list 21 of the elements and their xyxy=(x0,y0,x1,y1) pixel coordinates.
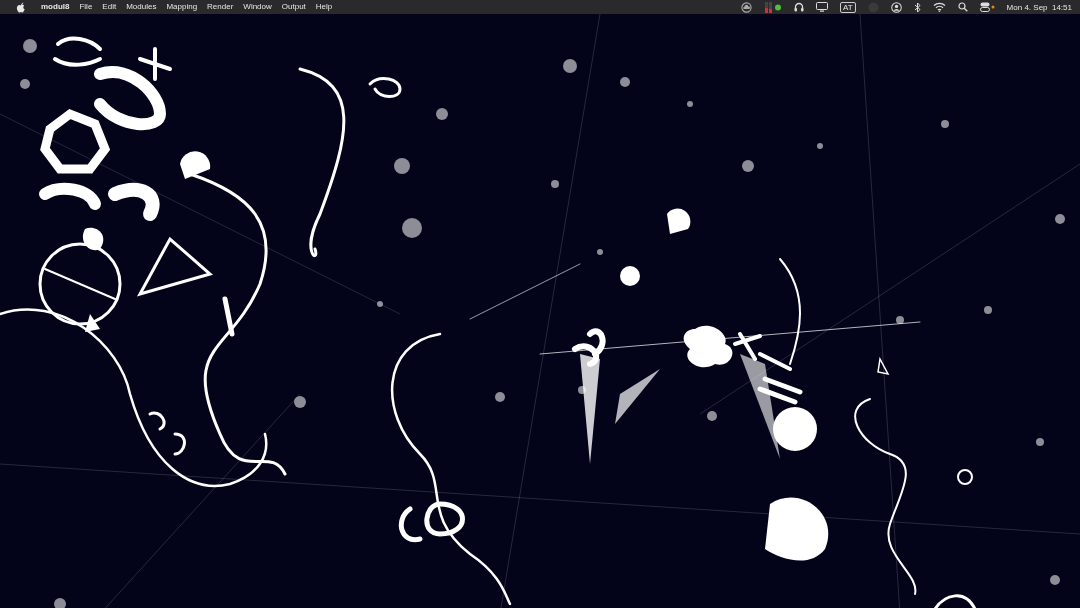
menu-item[interactable]: Edit xyxy=(97,1,122,13)
apple-logo-icon[interactable] xyxy=(16,1,26,13)
menu-item[interactable]: Mapping xyxy=(161,1,203,13)
search-icon[interactable] xyxy=(957,2,968,12)
display-icon[interactable] xyxy=(815,2,828,12)
meter-icon[interactable] xyxy=(763,1,782,13)
menu-item[interactable]: Window xyxy=(238,1,277,13)
menu-item[interactable]: Output xyxy=(276,1,311,13)
toggles-icon[interactable] xyxy=(979,2,995,12)
cloud-circle-icon[interactable] xyxy=(740,1,752,13)
headphones-icon[interactable] xyxy=(793,2,804,12)
menu-item[interactable]: Help xyxy=(310,1,338,13)
menu-item[interactable]: Modules xyxy=(121,1,162,13)
clock[interactable]: Mon 4. Sep 14:51 xyxy=(1006,2,1072,12)
wifi-icon[interactable] xyxy=(932,2,946,12)
menu-item[interactable]: Render xyxy=(202,1,239,13)
app-menu[interactable]: modul8 xyxy=(36,1,75,13)
menu-item[interactable]: File xyxy=(74,1,98,13)
bluetooth-icon[interactable] xyxy=(913,1,921,13)
input-source-indicator[interactable]: AT xyxy=(839,1,856,13)
user-icon[interactable] xyxy=(890,1,902,13)
